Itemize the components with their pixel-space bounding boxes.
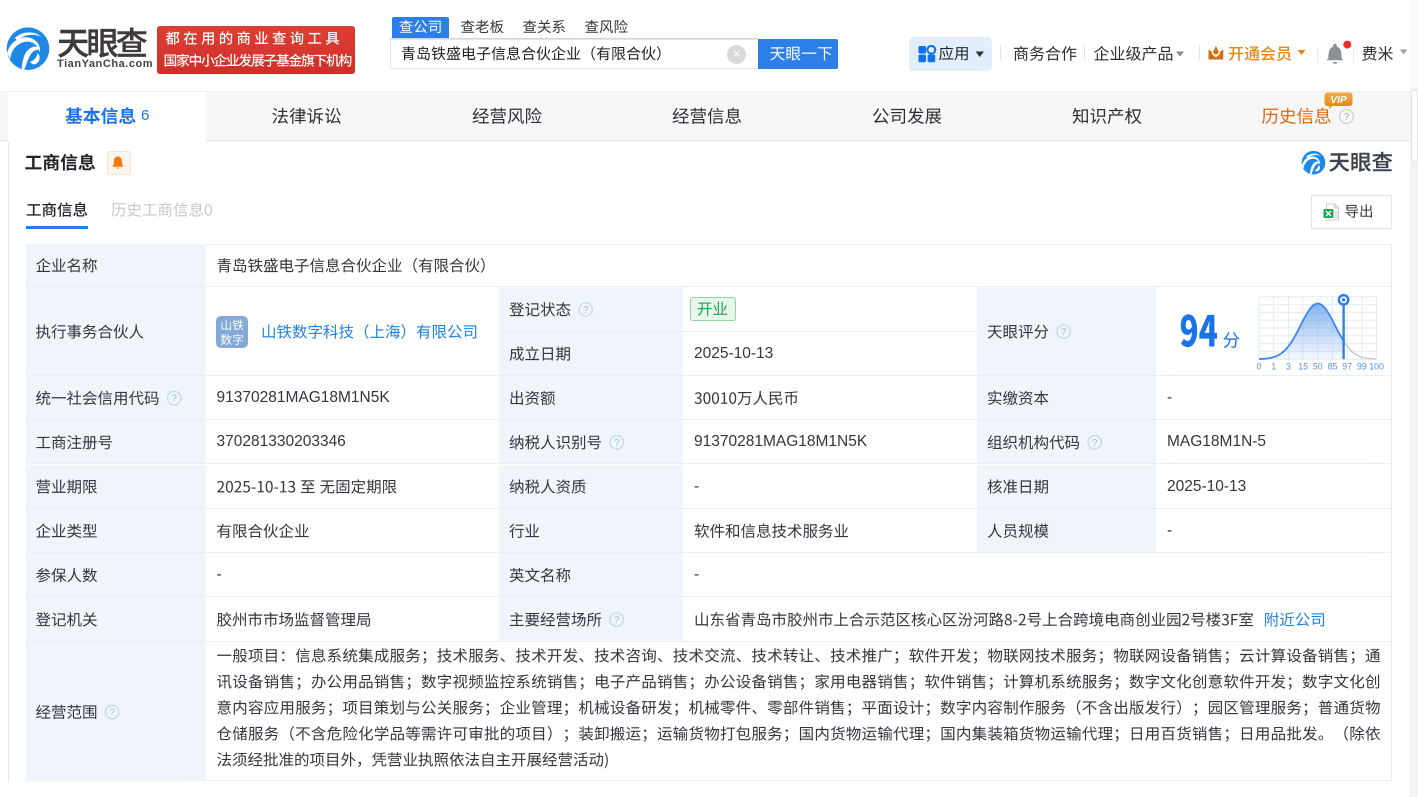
svg-text:?: ?	[171, 394, 177, 405]
svg-text:50: 50	[1313, 362, 1323, 372]
svg-text:99: 99	[1357, 362, 1367, 372]
svg-text:?: ?	[109, 707, 115, 718]
svg-text:3: 3	[1286, 362, 1291, 372]
svg-text:100: 100	[1369, 362, 1384, 372]
svg-text:85: 85	[1328, 362, 1338, 372]
svg-text:0: 0	[1257, 362, 1262, 372]
svg-text:?: ?	[614, 615, 620, 626]
svg-text:1: 1	[1271, 362, 1276, 372]
svg-text:?: ?	[1344, 112, 1350, 123]
svg-text:VIP: VIP	[1330, 95, 1347, 106]
svg-text:?: ?	[1061, 327, 1067, 338]
svg-text:?: ?	[583, 305, 589, 316]
svg-text:97: 97	[1342, 362, 1352, 372]
svg-text:?: ?	[1092, 438, 1098, 449]
svg-text:15: 15	[1298, 362, 1308, 372]
svg-text:?: ?	[614, 438, 620, 449]
